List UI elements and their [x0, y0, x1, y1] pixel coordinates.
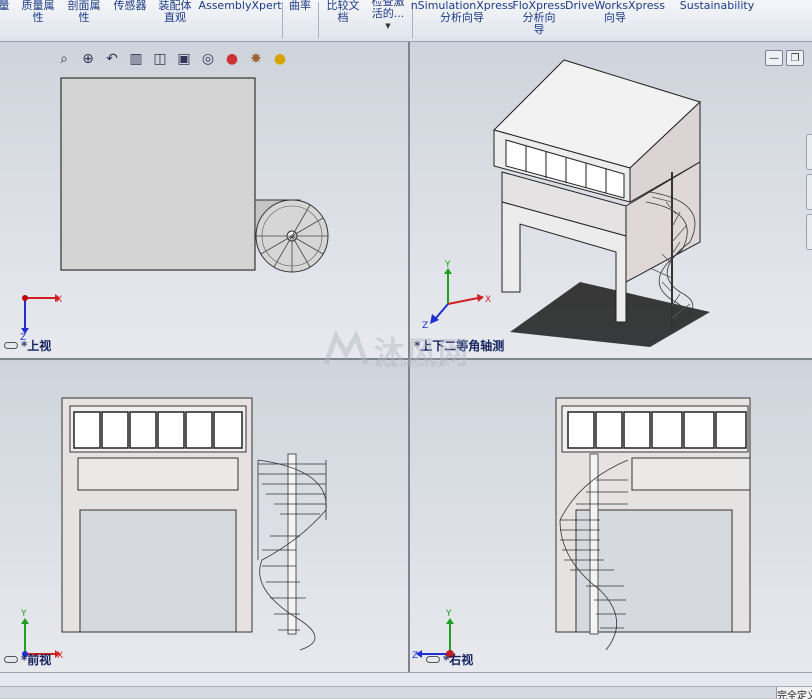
ribbon-label: 量 — [0, 0, 10, 12]
ribbon-label: AssemblyXpert — [198, 0, 282, 12]
link-views-icon — [4, 656, 18, 663]
roof-outline — [60, 77, 256, 271]
view-triad: X Z — [20, 294, 62, 343]
right-view-drawing: Y Z — [412, 397, 751, 661]
viewport-top[interactable]: ⌕ ⊕ ↶ ▥ ◫ ▣ ◎ ● ✸ ● X Z *上视 — [0, 42, 408, 358]
ribbon-item-measure[interactable]: 量 — [0, 0, 12, 40]
task-pane-tabs — [806, 134, 812, 294]
ribbon-separator — [318, 2, 319, 38]
ribbon-item-floxpress[interactable]: FloXpress 分析向 导 — [512, 0, 566, 40]
axis-x-label: X — [485, 295, 491, 305]
building-model — [493, 59, 701, 323]
spiral-stair-front — [257, 453, 327, 651]
ribbon-item-section-properties[interactable]: 剖面属 性 — [64, 0, 104, 40]
ribbon-label: 曲率 — [289, 0, 311, 12]
ribbon-item-check-active[interactable]: 检查激 活的... ▼ — [366, 0, 410, 36]
graphics-area: ⌕ ⊕ ↶ ▥ ◫ ▣ ◎ ● ✸ ● X Z *上视 — ❐ Y X Z *上… — [0, 42, 812, 672]
viewport-label: *上下二等角轴测 — [414, 337, 504, 354]
ribbon-label: 比较文 档 — [326, 0, 360, 24]
ribbon-label: 检查激 活的... — [371, 0, 405, 20]
command-manager-ribbon: 量 质量属 性 剖面属 性 传感器 装配体 直观 AssemblyXpert 曲… — [0, 0, 812, 42]
restore-icon[interactable]: ❐ — [786, 50, 804, 66]
ribbon-label: DriveWorksXpress 向导 — [565, 0, 665, 24]
zoom-to-area-icon[interactable]: ⊕ — [78, 50, 98, 68]
axis-z-label: Z — [412, 651, 418, 661]
ribbon-item-assemblyxpert[interactable]: AssemblyXpert — [198, 0, 281, 40]
view-orientation-icon[interactable]: ◫ — [150, 50, 170, 68]
front-view-drawing: Y X — [20, 397, 327, 661]
hide-show-icon[interactable]: ◎ — [198, 50, 218, 68]
ribbon-label: 传感器 — [113, 0, 147, 12]
section-view-icon[interactable]: ▥ — [126, 50, 146, 68]
viewport-label-text: *上下二等角轴测 — [414, 339, 505, 353]
horizontal-scrollbar[interactable] — [0, 673, 812, 687]
task-pane-tab[interactable] — [806, 214, 812, 250]
viewport-isometric[interactable]: — ❐ Y X Z *上下二等角轴测 — [410, 42, 812, 358]
dropdown-arrow-icon: ▼ — [385, 22, 391, 30]
task-pane-tab[interactable] — [806, 134, 812, 170]
viewport-window-controls: — ❐ — [765, 50, 804, 66]
previous-view-icon[interactable]: ↶ — [102, 50, 122, 68]
ribbon-item-compare-documents[interactable]: 比较文 档 — [322, 0, 364, 40]
view-settings-icon[interactable]: ● — [270, 50, 290, 68]
spiral-stair-plan — [255, 199, 329, 273]
ribbon-item-mass-properties[interactable]: 质量属 性 — [18, 0, 58, 40]
building-right — [555, 397, 751, 633]
status-bar: 完全定义 — [0, 672, 812, 699]
display-style-icon[interactable]: ▣ — [174, 50, 194, 68]
viewport-right[interactable]: Y Z *右视 — [410, 360, 812, 672]
axis-x-label: X — [56, 295, 62, 305]
edit-appearance-icon[interactable]: ● — [222, 50, 242, 68]
axis-x-label: X — [57, 651, 63, 661]
viewport-label: *右视 — [426, 651, 473, 668]
ribbon-item-sustainability[interactable]: Sustainability — [680, 0, 754, 40]
view-triad: Y X Z — [422, 260, 491, 331]
status-text: 完全定义 — [776, 687, 812, 699]
ribbon-label: 装配体 直观 — [158, 0, 192, 24]
ribbon-label: Sustainability — [679, 0, 755, 12]
link-views-icon — [4, 342, 18, 349]
ribbon-item-driveworksxpress[interactable]: DriveWorksXpress 向导 — [565, 0, 665, 40]
viewport-label-text: *上视 — [21, 339, 52, 353]
apply-scene-icon[interactable]: ✸ — [246, 50, 266, 68]
ribbon-label: 剖面属 性 — [67, 0, 101, 24]
viewport-label: *前视 — [4, 651, 51, 668]
zoom-to-fit-icon[interactable]: ⌕ — [54, 50, 74, 68]
ribbon-item-curvature[interactable]: 曲率 — [286, 0, 314, 40]
ribbon-item-simulationxpress[interactable]: nSimulationXpress 分析向导 — [411, 0, 514, 40]
heads-up-view-toolbar: ⌕ ⊕ ↶ ▥ ◫ ▣ ◎ ● ✸ ● — [54, 50, 290, 68]
ribbon-label: nSimulationXpress 分析向导 — [410, 0, 514, 24]
axis-y-label: Y — [20, 609, 27, 619]
link-views-icon — [426, 656, 440, 663]
task-pane-tab[interactable] — [806, 174, 812, 210]
viewport-label: *上视 — [4, 337, 51, 354]
viewport-label-text: *右视 — [443, 653, 474, 667]
isometric-view-drawing: Y X Z — [422, 59, 710, 347]
ribbon-label: FloXpress 分析向 导 — [512, 0, 566, 36]
building-front — [61, 397, 253, 633]
ribbon-separator — [282, 2, 283, 38]
axis-y-label: Y — [444, 260, 451, 270]
axis-y-label: Y — [445, 609, 452, 619]
ribbon-label: 质量属 性 — [21, 0, 55, 24]
ribbon-item-assembly-visualization[interactable]: 装配体 直观 — [154, 0, 196, 40]
minimize-icon[interactable]: — — [765, 50, 783, 66]
viewport-front[interactable]: Y X *前视 — [0, 360, 408, 672]
viewport-label-text: *前视 — [21, 653, 52, 667]
top-view-drawing: X Z — [20, 77, 329, 343]
ribbon-item-sensor[interactable]: 传感器 — [110, 0, 150, 40]
axis-z-label: Z — [422, 321, 428, 331]
